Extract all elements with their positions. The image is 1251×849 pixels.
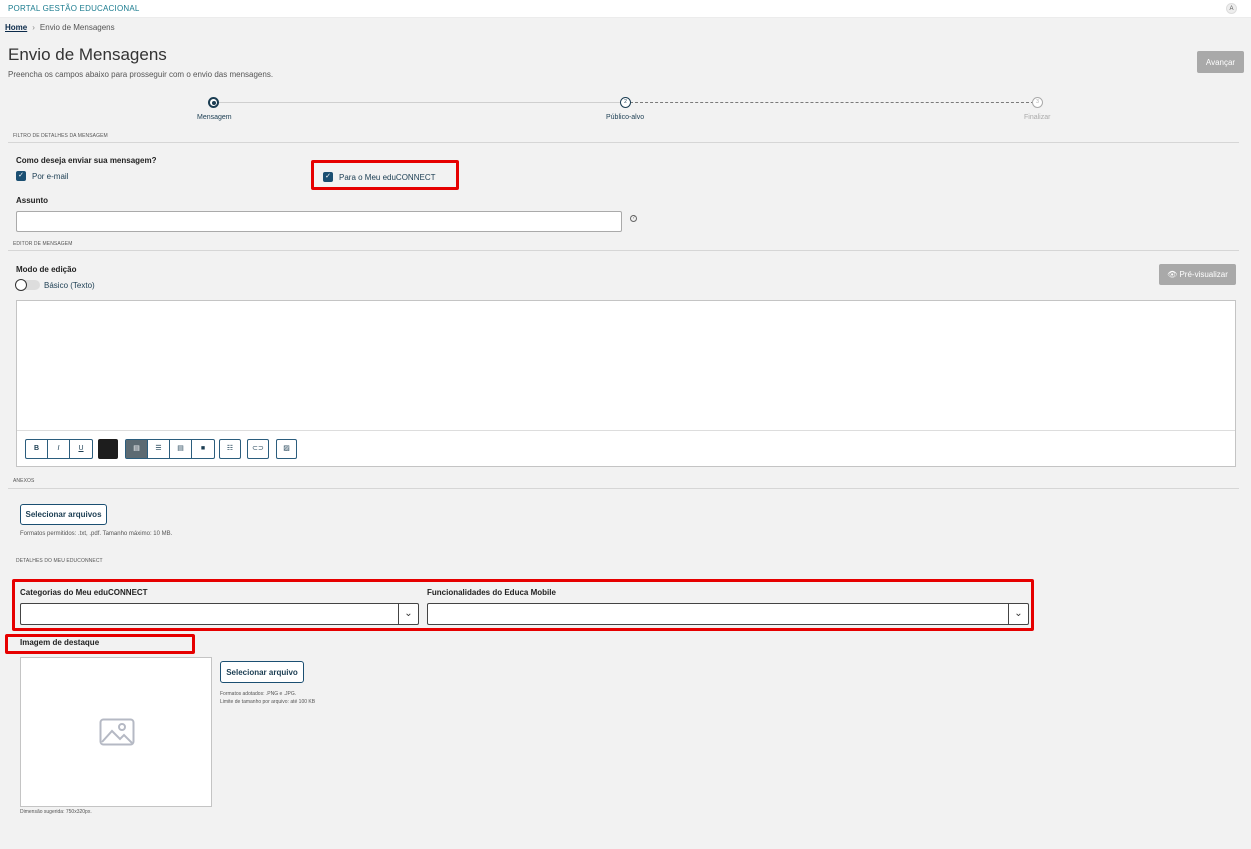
editor-toolbar-divider <box>17 430 1235 431</box>
alignment-group: ▤ ☰ ▤ ■ <box>125 439 215 459</box>
stepper-line-pending <box>630 102 1034 103</box>
avatar[interactable]: A <box>1226 3 1237 14</box>
step-2-label: Público-alvo <box>606 114 645 121</box>
eye-icon: 👁 <box>1167 270 1180 279</box>
bold-button[interactable]: B <box>26 440 48 458</box>
step-3-label: Finalizar <box>1024 114 1051 121</box>
section-title-editor: EDITOR DE MENSAGEM <box>13 241 73 247</box>
highlight-box-selects <box>12 579 1034 631</box>
featured-image-preview <box>20 657 212 807</box>
image-placeholder-icon <box>99 718 135 746</box>
select-image-button[interactable]: Selecionar arquivo <box>220 661 304 683</box>
portal-title: PORTAL GESTÃO EDUCACIONAL <box>8 4 140 13</box>
breadcrumb: Home › Envio de Mensagens <box>5 23 115 32</box>
insert-image-icon[interactable]: ▨ <box>276 439 297 459</box>
text-format-group: B I U <box>25 439 93 459</box>
link-icon[interactable]: ⊂⊃ <box>247 439 269 459</box>
highlight-box-educonnect <box>311 160 459 190</box>
align-center-icon[interactable]: ☰ <box>148 440 170 458</box>
highlight-box-image-label <box>5 634 195 654</box>
divider <box>8 250 1239 251</box>
step-2-indicator[interactable]: 2 <box>620 97 631 108</box>
breadcrumb-current: Envio de Mensagens <box>39 23 115 32</box>
next-button[interactable]: Avançar <box>1197 51 1244 73</box>
chevron-right-icon: › <box>32 23 35 32</box>
text-color-button[interactable] <box>98 439 118 459</box>
section-title-filters: FILTRO DE DETALHES DA MENSAGEM <box>13 133 108 139</box>
page-title: Envio de Mensagens <box>8 45 167 64</box>
section-title-attachments: ANEXOS <box>13 478 35 484</box>
top-bar: PORTAL GESTÃO EDUCACIONAL A <box>0 0 1251 18</box>
section-title-educonnect: DETALHES DO MEU EDUCONNECT <box>16 558 103 564</box>
stepper: 2 3 Mensagem Público-alvo Finalizar <box>0 95 1251 125</box>
divider <box>8 142 1239 143</box>
underline-button[interactable]: U <box>70 440 92 458</box>
italic-button[interactable]: I <box>48 440 70 458</box>
image-dimension-note: Dimensão sugerida: 750x320px. <box>20 809 92 815</box>
preview-button[interactable]: 👁 Pré-visualizar <box>1159 264 1236 285</box>
edit-mode-toggle-label: Básico (Texto) <box>44 281 95 290</box>
select-files-button[interactable]: Selecionar arquivos <box>20 504 107 525</box>
preview-button-label: Pré-visualizar <box>1179 270 1228 279</box>
page-subtitle: Preencha os campos abaixo para prossegui… <box>8 70 274 79</box>
step-1-label: Mensagem <box>197 114 232 121</box>
step-3-indicator[interactable]: 3 <box>1032 97 1043 108</box>
image-size-note: Limite de tamanho por arquivo: até 100 K… <box>220 699 316 705</box>
attachments-formats-note: Formatos permitidos: .txt, .pdf. Tamanho… <box>20 531 173 537</box>
edit-mode-label: Modo de edição <box>16 265 77 274</box>
email-checkbox[interactable]: ✓ <box>16 171 26 181</box>
step-1-indicator[interactable] <box>208 97 219 108</box>
image-formats-note: Formatos adotados: .PNG e .JPG. <box>220 691 297 697</box>
stepper-line-completed <box>214 102 620 103</box>
divider <box>8 488 1239 489</box>
align-justify-icon[interactable]: ■ <box>192 440 214 458</box>
bulleted-list-icon[interactable]: ☷ <box>219 439 241 459</box>
help-icon[interactable]: ? <box>630 215 637 222</box>
align-left-icon[interactable]: ▤ <box>126 440 148 458</box>
subject-input[interactable] <box>16 211 622 232</box>
send-method-question: Como deseja enviar sua mensagem? <box>16 156 157 165</box>
email-checkbox-label: Por e-mail <box>32 172 69 181</box>
align-right-icon[interactable]: ▤ <box>170 440 192 458</box>
subject-label: Assunto <box>16 196 48 205</box>
breadcrumb-home-link[interactable]: Home <box>5 23 27 32</box>
edit-mode-toggle[interactable] <box>15 279 40 291</box>
